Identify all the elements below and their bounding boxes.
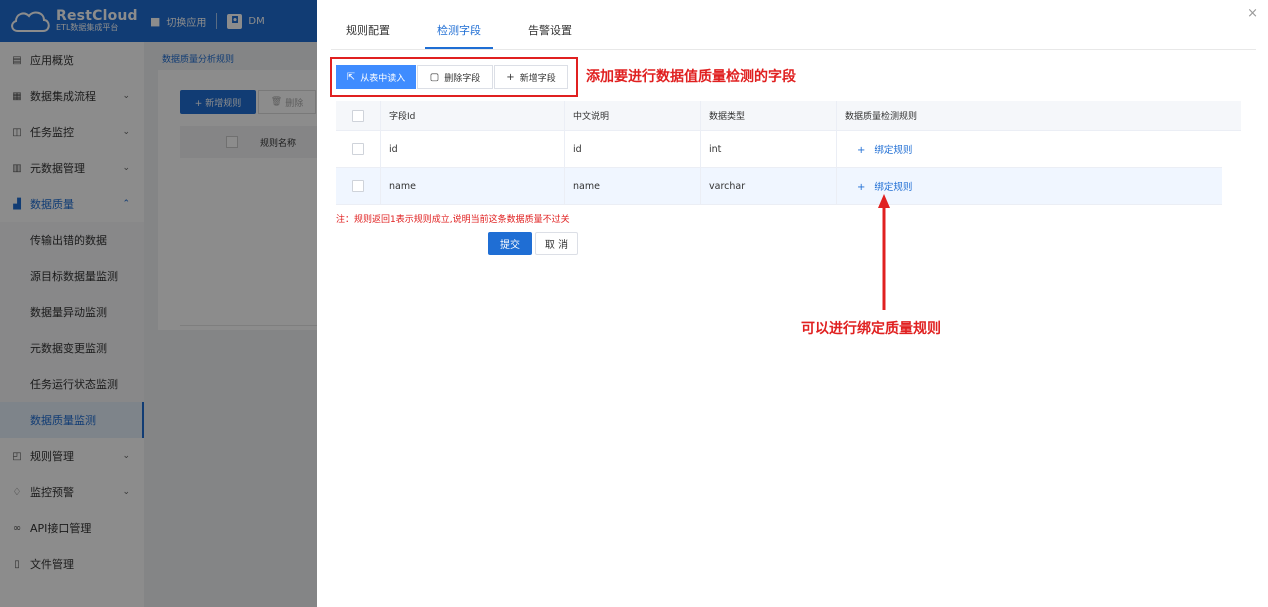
toolbar-highlight-box: ⇱ 从表中读入 ▢ 删除字段 + 新增字段 (330, 57, 578, 97)
field-detection-drawer: × 规则配置 检测字段 告警设置 ⇱ 从表中读入 ▢ 删除字段 + 新增字段 添… (317, 0, 1268, 607)
row-checkbox-cell (336, 168, 380, 204)
annotation-add-fields: 添加要进行数据值质量检测的字段 (586, 69, 796, 85)
plus-icon: + (857, 145, 866, 156)
plus-icon: + (506, 71, 515, 83)
cancel-button[interactable]: 取 消 (535, 232, 578, 255)
trash-icon: ▢ (429, 71, 440, 83)
submit-button[interactable]: 提交 (488, 232, 532, 255)
drawer-tabs: 规则配置 检测字段 告警设置 (331, 0, 1256, 50)
tab-alarm-settings[interactable]: 告警设置 (528, 22, 572, 38)
field-id-cell: name (380, 168, 564, 204)
col-description: 中文说明 (564, 101, 700, 130)
row-checkbox[interactable] (352, 180, 364, 192)
read-from-table-label: 从表中读入 (360, 73, 406, 84)
add-field-button[interactable]: + 新增字段 (494, 65, 568, 89)
data-type-cell: varchar (700, 168, 836, 204)
field-id-cell: id (380, 131, 564, 167)
quality-rule-cell: + 绑定规则 (836, 131, 1222, 167)
delete-field-label: 删除字段 (444, 73, 481, 84)
bind-rule-link[interactable]: + 绑定规则 (857, 179, 912, 193)
delete-field-button[interactable]: ▢ 删除字段 (417, 65, 493, 89)
table-row[interactable]: name name varchar + 绑定规则 (336, 168, 1241, 205)
data-type-cell: int (700, 131, 836, 167)
table-scroll-gutter (1222, 131, 1241, 205)
tab-detect-fields[interactable]: 检测字段 (437, 22, 481, 38)
row-checkbox[interactable] (352, 143, 364, 155)
table-row[interactable]: id id int + 绑定规则 (336, 131, 1241, 168)
tab-rule-config[interactable]: 规则配置 (346, 22, 390, 38)
select-all-checkbox[interactable] (352, 109, 364, 122)
description-cell: name (564, 168, 700, 204)
col-quality-rule: 数据质量检测规则 (836, 101, 1222, 130)
bind-rule-label: 绑定规则 (874, 182, 913, 193)
quality-rule-cell: + 绑定规则 (836, 168, 1222, 204)
bind-rule-label: 绑定规则 (874, 145, 913, 156)
header-checkbox-cell (336, 101, 380, 130)
table-header: 字段Id 中文说明 数据类型 数据质量检测规则 (336, 101, 1241, 131)
add-field-label: 新增字段 (519, 73, 556, 84)
description-cell: id (564, 131, 700, 167)
active-tab-indicator (425, 47, 493, 49)
import-icon: ⇱ (346, 71, 356, 83)
row-checkbox-cell (336, 131, 380, 167)
read-from-table-button[interactable]: ⇱ 从表中读入 (336, 65, 416, 89)
annotation-bind-rule: 可以进行绑定质量规则 (801, 321, 941, 337)
bind-rule-link[interactable]: + 绑定规则 (857, 142, 912, 156)
rule-note: 注：规则返回1表示规则成立,说明当前这条数据质量不过关 (336, 215, 570, 225)
col-field-id: 字段Id (380, 101, 564, 130)
col-data-type: 数据类型 (700, 101, 836, 130)
plus-icon: + (857, 182, 866, 193)
